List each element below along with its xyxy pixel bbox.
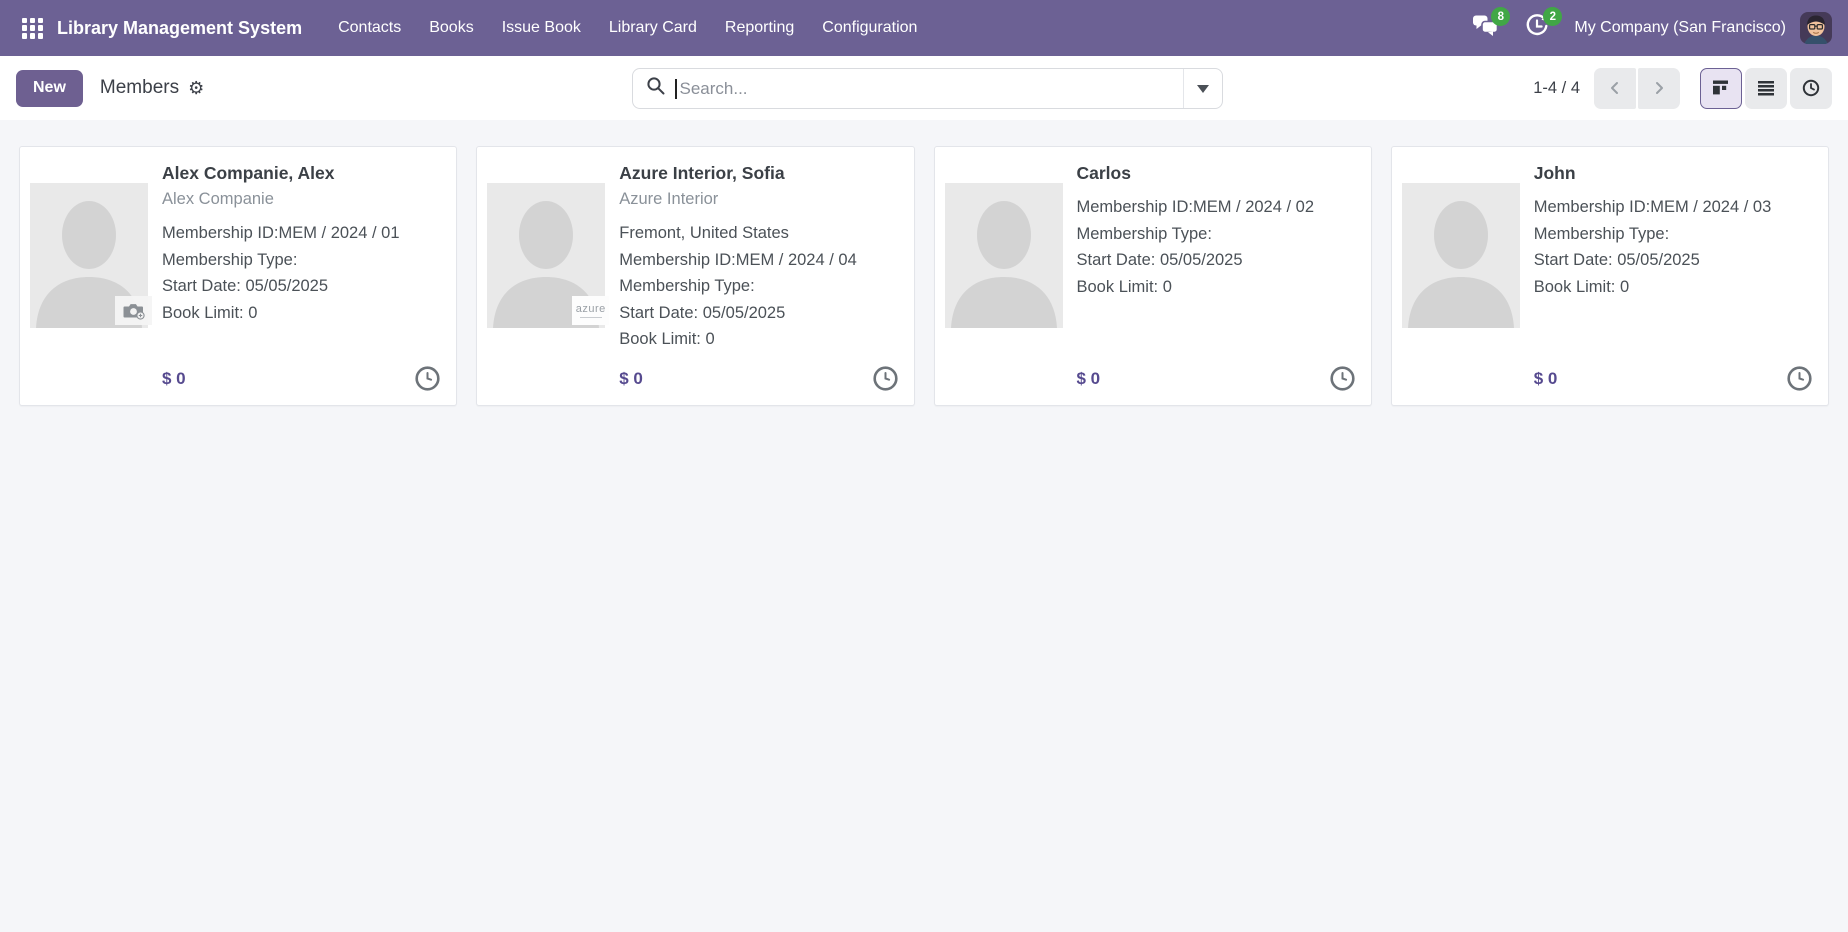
member-location: Fremont, United States <box>619 224 789 242</box>
member-name: Alex Companie, Alex <box>162 163 335 183</box>
membership-id: Membership ID:MEM / 2024 / 04 <box>619 250 857 269</box>
menu-item-library-card[interactable]: Library Card <box>595 0 711 56</box>
azure-logo-underline <box>579 316 602 318</box>
member-card-body: Carlos Membership ID:MEM / 2024 / 02 Mem… <box>1063 157 1359 395</box>
activities-count-badge: 2 <box>1543 7 1563 26</box>
member-card-footer: $ 0 <box>477 365 913 392</box>
messages-count-badge: 8 <box>1491 7 1511 26</box>
kanban-icon <box>1713 80 1728 95</box>
membership-id: Membership ID:MEM / 2024 / 02 <box>1076 198 1315 216</box>
member-card-footer: $ 0 <box>935 365 1371 392</box>
member-name: John <box>1533 163 1576 183</box>
member-card[interactable]: Carlos Membership ID:MEM / 2024 / 02 Mem… <box>933 146 1372 406</box>
member-card[interactable]: Alex Companie, Alex Alex Companie Member… <box>19 146 458 406</box>
new-button[interactable]: New <box>16 69 83 107</box>
member-card-body: Alex Companie, Alex Alex Companie Member… <box>148 157 444 395</box>
chevron-left-icon <box>1611 82 1618 94</box>
kanban-view-button[interactable] <box>1700 67 1742 109</box>
membership-type: Membership Type: <box>1076 224 1212 243</box>
gear-icon[interactable]: ⚙ <box>188 79 204 97</box>
start-date: Start Date: 05/05/2025 <box>619 303 786 322</box>
search-bar <box>632 68 1223 109</box>
amount-due-link[interactable]: $ 0 <box>1534 369 1558 389</box>
start-date: Start Date: 05/05/2025 <box>1533 251 1700 269</box>
member-photo-placeholder <box>30 183 152 328</box>
user-avatar[interactable] <box>1800 12 1832 44</box>
start-date: Start Date: 05/05/2025 <box>1076 251 1243 269</box>
member-company: Azure Interior <box>619 190 719 208</box>
search-input[interactable] <box>676 69 1183 108</box>
kanban-row: Alex Companie, Alex Alex Companie Member… <box>19 146 1829 406</box>
book-limit: Book Limit: 0 <box>1533 277 1630 296</box>
breadcrumb: Members <box>99 77 180 98</box>
amount-due-link[interactable]: $ 0 <box>619 369 643 389</box>
menu-item-books[interactable]: Books <box>415 0 487 56</box>
control-panel: New Members ⚙ 1-4 / 4 <box>0 56 1848 120</box>
search-options-toggle[interactable] <box>1183 69 1222 108</box>
pager-next-button[interactable] <box>1638 67 1680 109</box>
search-icon <box>633 76 666 101</box>
book-limit: Book Limit: 0 <box>619 330 715 348</box>
member-card-body: Azure Interior, Sofia Azure Interior Fre… <box>605 157 901 395</box>
member-fields: Membership ID:MEM / 2024 / 03 Membership… <box>1534 194 1816 300</box>
pager-previous-button[interactable] <box>1594 67 1636 109</box>
member-card-footer: $ 0 <box>1392 365 1828 392</box>
navbar-systray: 8 2 My Company (San Francisco) <box>1466 7 1832 47</box>
menu-item-contacts[interactable]: Contacts <box>324 0 415 56</box>
pager <box>1594 67 1680 109</box>
member-card-footer: $ 0 <box>20 365 456 392</box>
member-fields: Fremont, United States Membership ID:MEM… <box>619 220 901 353</box>
activity-clock-icon[interactable] <box>414 365 441 392</box>
menu-item-configuration[interactable]: Configuration <box>808 0 931 56</box>
chevron-right-icon <box>1656 82 1663 94</box>
member-card-body: John Membership ID:MEM / 2024 / 03 Membe… <box>1520 157 1816 395</box>
app-title[interactable]: Library Management System <box>57 18 302 39</box>
member-company: Alex Companie <box>162 190 274 208</box>
control-panel-right: 1-4 / 4 <box>1533 67 1832 109</box>
activities-button[interactable]: 2 <box>1518 7 1563 47</box>
member-card[interactable]: azure Azure Interior, Sofia Azure Interi… <box>476 146 915 406</box>
start-date: Start Date: 05/05/2025 <box>162 277 329 295</box>
chevron-down-icon <box>1197 84 1209 93</box>
membership-id: Membership ID:MEM / 2024 / 01 <box>162 224 400 242</box>
clock-icon <box>1802 79 1820 97</box>
member-photo-placeholder: azure <box>487 183 610 328</box>
amount-due-link[interactable]: $ 0 <box>1077 369 1101 389</box>
camera-plus-icon[interactable] <box>115 296 152 325</box>
member-name: Carlos <box>1076 163 1131 183</box>
member-card[interactable]: John Membership ID:MEM / 2024 / 03 Membe… <box>1390 146 1829 406</box>
menu-item-issue-book[interactable]: Issue Book <box>488 0 595 56</box>
member-fields: Membership ID:MEM / 2024 / 01 Membership… <box>162 220 444 326</box>
list-view-button[interactable] <box>1745 67 1787 109</box>
azure-logo-text: azure <box>575 302 606 315</box>
top-navbar: Library Management System Contacts Books… <box>0 0 1848 56</box>
member-name: Azure Interior, Sofia <box>619 163 785 183</box>
menu-item-reporting[interactable]: Reporting <box>711 0 808 56</box>
azure-logo-badge: azure <box>572 296 610 325</box>
book-limit: Book Limit: 0 <box>162 303 258 322</box>
activity-clock-icon[interactable] <box>872 365 899 392</box>
membership-type: Membership Type: <box>162 250 298 269</box>
membership-id: Membership ID:MEM / 2024 / 03 <box>1533 198 1772 216</box>
member-photo-placeholder <box>944 183 1063 328</box>
apps-grid-icon[interactable] <box>22 17 43 39</box>
membership-type: Membership Type: <box>619 277 755 295</box>
amount-due-link[interactable]: $ 0 <box>162 369 186 389</box>
messages-button[interactable]: 8 <box>1466 7 1511 47</box>
kanban-view: Alex Companie, Alex Alex Companie Member… <box>0 120 1848 932</box>
company-switcher[interactable]: My Company (San Francisco) <box>1574 19 1786 37</box>
activity-view-button[interactable] <box>1790 67 1832 109</box>
member-photo-placeholder <box>1401 183 1520 328</box>
list-icon <box>1758 81 1774 96</box>
activity-clock-icon[interactable] <box>1786 365 1813 392</box>
pager-range: 1-4 / 4 <box>1533 78 1580 97</box>
view-switcher <box>1700 67 1832 109</box>
membership-type: Membership Type: <box>1533 224 1670 243</box>
activity-clock-icon[interactable] <box>1329 365 1356 392</box>
main-menu: Contacts Books Issue Book Library Card R… <box>324 0 931 56</box>
member-fields: Membership ID:MEM / 2024 / 02 Membership… <box>1077 194 1359 300</box>
book-limit: Book Limit: 0 <box>1076 277 1172 296</box>
